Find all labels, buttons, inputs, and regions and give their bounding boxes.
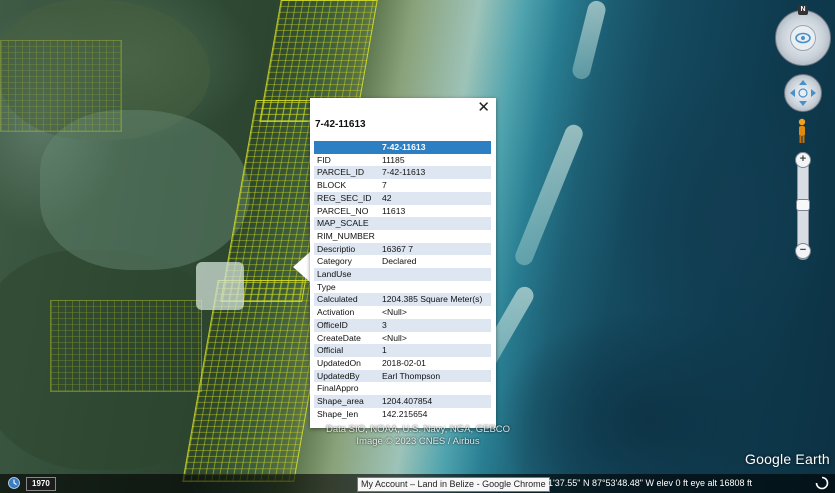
attribute-key: PARCEL_NO (317, 205, 369, 216)
historical-year-chip[interactable]: 1970 (26, 477, 56, 491)
parcel-grid[interactable] (50, 300, 202, 392)
attribute-key: Category (317, 256, 352, 267)
popup-pointer (293, 252, 310, 282)
zoom-in-button[interactable]: + (795, 152, 811, 168)
attribute-row: Calculated 1204.385 Square Meter(s) (314, 293, 491, 307)
attribute-row: Official 1 (314, 344, 491, 357)
attribute-row: RIM_NUMBER (314, 230, 491, 243)
table-header-row: 7-42-11613 (314, 141, 491, 154)
attribute-row: FID 11185 (314, 154, 491, 167)
attribute-value (379, 217, 491, 230)
attribute-value: 42 (379, 191, 491, 205)
attribute-row: PARCEL_NO 11613 (314, 205, 491, 218)
loading-spinner-icon (815, 476, 829, 490)
attribute-value: 3 (379, 318, 491, 332)
lagoon-water (40, 110, 250, 270)
attribute-value: Declared (382, 256, 417, 267)
clearing (196, 262, 244, 310)
attribute-value: 11185 (382, 154, 405, 165)
historical-imagery-icon[interactable] (8, 477, 20, 489)
attribute-row: FinalAppro (314, 382, 491, 395)
table-header: 7-42-11613 (379, 141, 491, 154)
reef (570, 0, 608, 81)
attribute-row: Shape_len 142.215654 (314, 408, 491, 421)
attribute-key: LandUse (314, 268, 379, 281)
attribute-key: Shape_area (314, 395, 379, 408)
attribute-key: BLOCK (317, 180, 347, 191)
attribute-row: REG_SEC_ID 42 (314, 191, 491, 205)
attribute-value: 7 (382, 180, 387, 191)
attribute-row: OfficeID 3 (314, 318, 491, 332)
hand-icon (790, 80, 816, 106)
compass-icon[interactable] (775, 10, 831, 66)
eye-icon (795, 32, 811, 44)
attribute-value (379, 281, 491, 294)
attribute-value (379, 382, 491, 395)
attribute-table: 7-42-11613 FID 11185 PARCEL_ID 7-42-11613 BL… (314, 141, 491, 420)
attribute-row: Shape_area 1204.407854 (314, 395, 491, 408)
attribute-key: Calculated (314, 293, 379, 307)
coordinates-readout: 1'37.55" N 87°53'48.48" W elev 0 ft eye … (548, 478, 753, 488)
attribute-key: Shape_len (317, 408, 359, 419)
attribute-value: 2018-02-01 (382, 357, 426, 368)
attribute-value: 1204.407854 (379, 395, 491, 408)
attribute-value: 1 (379, 344, 491, 357)
attribute-row: UpdatedOn 2018-02-01 (314, 357, 491, 370)
attribute-row: Type (314, 281, 491, 294)
attribute-key: FinalAppro (317, 383, 359, 394)
attribution-line: Image © 2023 CNES / Airbus (356, 436, 480, 447)
parcel-info-popup: ✕ 7-42-11613 7-42-11613 FID 11185 PARCEL_I… (310, 98, 496, 428)
look-joystick-icon[interactable] (790, 25, 816, 51)
attribute-value: 16367 7 (379, 242, 491, 256)
attribute-value: 142.215654 (382, 408, 428, 419)
attribute-value: <Null> (382, 307, 407, 318)
attribute-row: PARCEL_ID 7-42-11613 (314, 166, 491, 180)
parcel-grid[interactable] (0, 40, 122, 132)
attribute-key: PARCEL_ID (314, 166, 379, 180)
attribute-value: Earl Thompson (379, 369, 491, 383)
attribute-key: Official (314, 344, 379, 357)
attribute-row: BLOCK 7 (314, 179, 491, 192)
attribute-row: LandUse (314, 268, 491, 281)
zoom-slider-thumb[interactable] (796, 199, 810, 211)
attribute-row: UpdatedBy Earl Thompson (314, 369, 491, 383)
attribute-key: OfficeID (314, 318, 379, 332)
attribute-row: Category Declared (314, 255, 491, 268)
attribute-key: FID (317, 154, 331, 165)
attribution-line: Data SIO, NOAA, U.S. Navy, NGA, GEBCO (325, 424, 511, 435)
status-bar: 1970 My Account – Land in Belize - Googl… (0, 474, 835, 493)
attribute-key: REG_SEC_ID (314, 191, 379, 205)
zoom-out-button[interactable]: − (795, 243, 811, 259)
reef (512, 122, 586, 268)
north-indicator[interactable]: N (798, 5, 808, 15)
imagery-attribution: Data SIO, NOAA, U.S. Navy, NGA, GEBCO Im… (318, 424, 518, 448)
attribute-value: 11613 (382, 205, 406, 216)
pegman-icon[interactable] (796, 118, 808, 144)
attribute-key: UpdatedBy (314, 369, 379, 383)
attribute-row: MAP_SCALE (314, 217, 491, 230)
attribute-row: Descriptio 16367 7 (314, 242, 491, 256)
attribute-value: <Null> (382, 332, 407, 343)
attribute-key: MAP_SCALE (314, 217, 379, 230)
google-earth-logo: Google Earth (745, 451, 830, 467)
attribute-value (379, 230, 491, 243)
attribute-key: Activation (317, 307, 355, 318)
attribute-key: RIM_NUMBER (317, 230, 375, 241)
move-joystick-icon[interactable] (784, 74, 822, 112)
window-tooltip: My Account – Land in Belize - Google Chr… (357, 477, 550, 492)
attribute-key: UpdatedOn (317, 357, 361, 368)
attribute-value: 7-42-11613 (379, 166, 491, 180)
attribute-key: Descriptio (314, 242, 379, 256)
attribute-value (379, 268, 491, 281)
close-icon[interactable]: ✕ (477, 100, 490, 116)
attribute-row: CreateDate <Null> (314, 332, 491, 345)
attribute-value: 1204.385 Square Meter(s) (379, 293, 491, 307)
attribute-row: Activation <Null> (314, 306, 491, 319)
popup-title: 7-42-11613 (315, 119, 366, 130)
attribute-key: CreateDate (317, 332, 361, 343)
attribute-key: Type (317, 281, 336, 292)
